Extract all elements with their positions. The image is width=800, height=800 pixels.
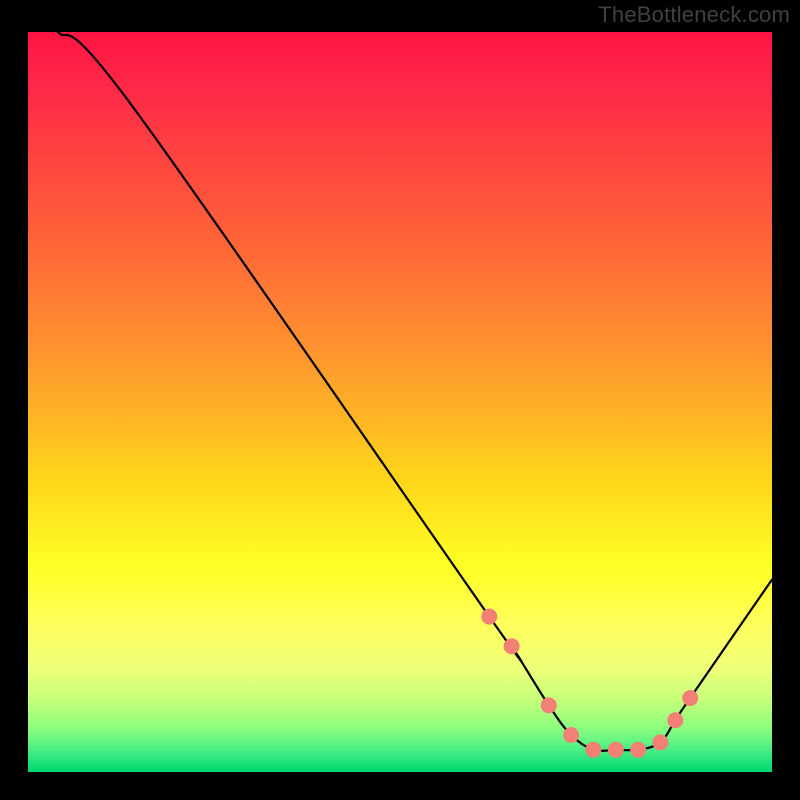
watermark-text: TheBottleneck.com [598, 2, 790, 28]
plot-area [28, 32, 772, 772]
gradient-background [28, 32, 772, 772]
chart-frame: TheBottleneck.com [0, 0, 800, 800]
